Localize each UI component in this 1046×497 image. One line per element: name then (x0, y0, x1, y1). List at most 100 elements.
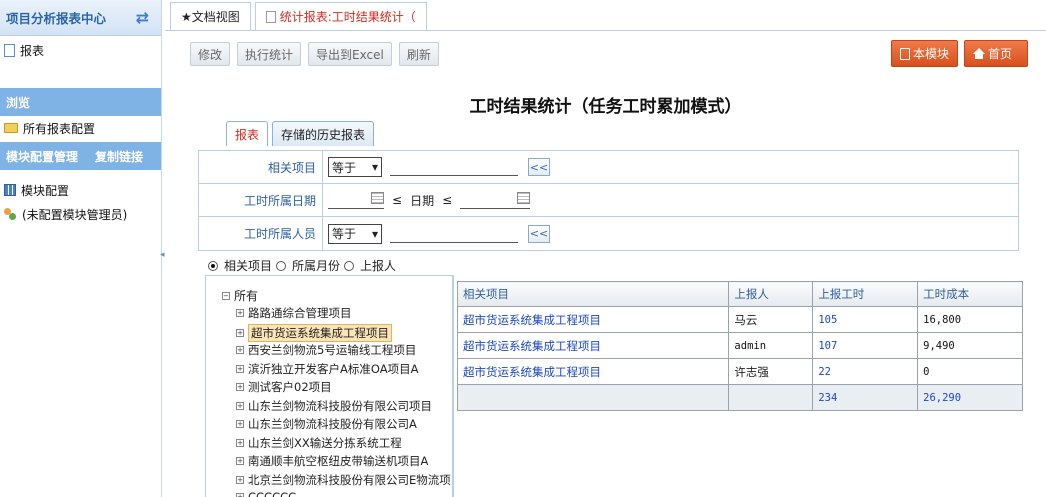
this-module-button[interactable]: 本模块 (891, 40, 959, 67)
sidebar-item-label: 所有报表配置 (23, 121, 96, 136)
tab-document-view[interactable]: ★文档视图 (170, 2, 251, 30)
tab-divider (165, 30, 1046, 31)
cost-cell: 16,800 (917, 306, 1023, 333)
expand-icon[interactable]: + (236, 328, 244, 337)
tree-node[interactable]: + 山东兰剑物流科技股份有限公司项目 (236, 398, 432, 414)
project-picker-button[interactable]: << (528, 158, 550, 176)
table-total-row: 234 26,290 (456, 384, 1023, 411)
modify-button[interactable]: 修改 (190, 42, 231, 66)
project-input[interactable] (390, 158, 518, 176)
tree-node[interactable]: + 山东兰剑XX输送分拣系统工程 (236, 435, 402, 451)
expand-icon[interactable]: + (236, 364, 244, 373)
hours-link[interactable]: 107 (812, 332, 919, 359)
tree-node-label: 山东兰剑XX输送分拣系统工程 (248, 435, 402, 450)
reporter-cell: 马云 (728, 306, 814, 333)
radio-label: 上报人 (360, 259, 397, 273)
tree-node[interactable]: + 滨沂独立开发客户A标准OA项目A (236, 361, 418, 377)
tab-report[interactable]: 报表 (226, 121, 269, 146)
refresh-button[interactable]: 刷新 (398, 42, 439, 66)
date-to-input[interactable] (460, 191, 531, 209)
tree-node[interactable]: + 西安兰剑物流5号运输线工程项目 (236, 342, 416, 358)
column-header[interactable]: 上报工时 (812, 281, 919, 307)
page-icon (265, 10, 276, 23)
sidebar-section-browse: 浏览 (0, 88, 161, 116)
sidebar-item-label: 模块配置 (21, 183, 70, 198)
reporter-cell: 许志强 (728, 358, 814, 385)
total-hours-link[interactable]: 234 (812, 384, 919, 411)
sidebar-item-report[interactable]: 报表 (0, 38, 161, 62)
radio-month[interactable] (276, 260, 287, 271)
radio-reporter[interactable] (344, 260, 355, 271)
tree-node[interactable]: + 超市货运系统集成工程项目 (236, 323, 392, 342)
radio-label: 相关项目 (224, 259, 273, 273)
expand-icon[interactable]: + (236, 420, 244, 428)
tree-node-label: 测试客户02项目 (248, 380, 332, 394)
sidebar-item-no-admin[interactable]: (未配置模块管理员) (0, 202, 161, 226)
tree-node[interactable]: + CCCCCC (236, 490, 296, 497)
expand-icon[interactable]: + (236, 493, 244, 497)
sidebar-collapse-icon[interactable]: ◂ (160, 250, 166, 264)
date-from-input[interactable] (328, 191, 384, 209)
tab-label: ★文档视图 (181, 10, 240, 24)
project-operator-select[interactable]: 等于 ▾ (328, 157, 382, 177)
tab-statistics-report[interactable]: 统计报表:工时结果统计（ (254, 2, 427, 30)
tab-history[interactable]: 存储的历史报表 (272, 121, 375, 146)
expand-icon[interactable]: + (236, 457, 244, 465)
tree-node[interactable]: + 北京兰剑物流科技股份有限公司E物流项目 (236, 472, 452, 488)
refresh-icon[interactable]: ⇄ (136, 8, 149, 27)
person-picker-button[interactable]: << (528, 224, 550, 243)
hours-link[interactable]: 22 (812, 358, 919, 385)
expand-icon[interactable]: + (236, 401, 244, 410)
total-empty-cell (728, 384, 814, 411)
section-label: 浏览 (6, 95, 31, 110)
users-icon (4, 207, 17, 221)
table-row: 超市货运系统集成工程项目 许志强 22 0 (456, 358, 1023, 385)
project-link[interactable]: 超市货运系统集成工程项目 (456, 358, 730, 385)
execute-button[interactable]: 执行统计 (237, 42, 302, 66)
tree-node[interactable]: + 测试客户02项目 (236, 379, 332, 395)
project-link[interactable]: 超市货运系统集成工程项目 (456, 332, 730, 359)
result-table: 相关项目 上报人 上报工时 工时成本 超市货运系统集成工程项目 马云 105 1… (456, 281, 1023, 411)
filter-panel: 相关项目 等于 ▾ << 工时所属日期 ≤ 日期 ≤ 工时所属人员 等于 ▾ <… (198, 150, 1019, 251)
radio-project[interactable] (208, 260, 218, 271)
select-value: 等于 (332, 160, 357, 175)
person-input[interactable] (390, 225, 518, 243)
tree-node[interactable]: + 山东兰剑物流科技股份有限公司A (236, 416, 417, 432)
sidebar-item-all-report-config[interactable]: 所有报表配置 (0, 116, 161, 140)
date-operator: ≤ (392, 193, 403, 207)
export-excel-button[interactable]: 导出到Excel (308, 42, 392, 66)
calendar-icon[interactable] (517, 192, 531, 204)
filter-row-person: 工时所属人员 等于 ▾ << (199, 217, 1018, 250)
collapse-icon[interactable]: − (222, 291, 230, 300)
button-label: 首页 (988, 47, 1013, 61)
expand-icon[interactable]: + (236, 309, 244, 317)
tree-node-label: CCCCCC (248, 490, 297, 497)
project-link[interactable]: 超市货运系统集成工程项目 (456, 306, 730, 333)
hours-link[interactable]: 105 (812, 306, 919, 333)
calendar-icon[interactable] (371, 192, 384, 204)
date-word: 日期 (410, 193, 435, 208)
total-cost-link[interactable]: 26,290 (917, 384, 1023, 411)
expand-icon[interactable]: + (236, 438, 244, 447)
tree-node[interactable]: + 南通顺丰航空枢纽皮带输送机项目A (236, 453, 428, 469)
column-header[interactable]: 相关项目 (456, 281, 730, 307)
date-operator: ≤ (442, 193, 453, 207)
expand-icon[interactable]: + (236, 346, 244, 354)
tree-node[interactable]: + 路路通综合管理项目 (236, 305, 352, 321)
person-operator-select[interactable]: 等于 ▾ (328, 223, 382, 244)
report-title: 工时结果统计（任务工时累加模式） (469, 97, 742, 117)
sidebar-title: 项目分析报表中心 (6, 11, 107, 26)
home-button[interactable]: 首页 (964, 40, 1028, 67)
sidebar-item-module-config[interactable]: 模块配置 (0, 178, 161, 202)
button-label: 本模块 (913, 47, 950, 61)
expand-icon[interactable]: + (236, 383, 244, 391)
column-header[interactable]: 工时成本 (917, 281, 1023, 307)
total-empty-cell (456, 384, 730, 411)
copy-link-button[interactable]: 复制链接 (95, 148, 143, 165)
expand-icon[interactable]: + (236, 475, 244, 484)
tree-root[interactable]: − 所有 (222, 287, 258, 304)
table-row: 超市货运系统集成工程项目 马云 105 16,800 (456, 306, 1023, 333)
reporter-cell: admin (728, 332, 814, 359)
tree-node-label: 南通顺丰航空枢纽皮带输送机项目A (248, 454, 429, 468)
column-header[interactable]: 上报人 (728, 281, 814, 307)
